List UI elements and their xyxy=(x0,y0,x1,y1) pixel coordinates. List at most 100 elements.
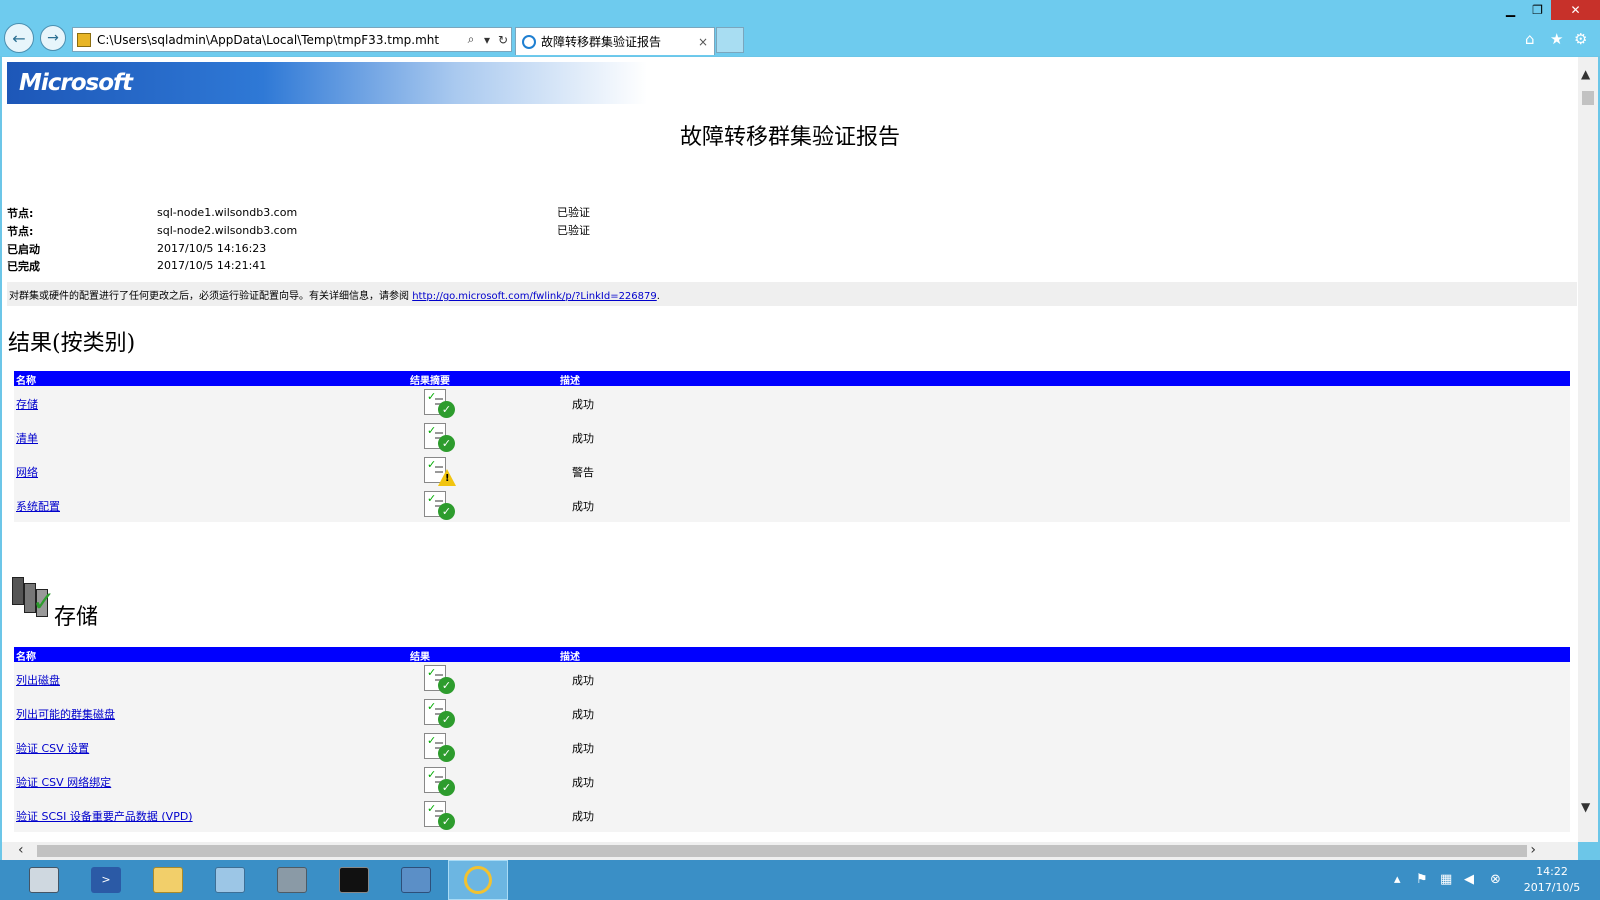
table-row: 系统配置 ✓ ✓ 成功 xyxy=(14,488,1570,522)
info-label: 已启动 xyxy=(7,243,40,256)
folder-icon xyxy=(153,867,183,893)
success-icon: ✓ ✓ xyxy=(422,663,456,695)
server-manager-button[interactable] xyxy=(14,860,74,900)
scroll-right-icon[interactable]: › xyxy=(1530,842,1536,858)
table-row: 列出可能的群集磁盘 ✓ ✓ 成功 xyxy=(14,696,1570,730)
back-button[interactable]: ← xyxy=(4,23,34,53)
tray-expand-icon[interactable]: ▴ xyxy=(1394,872,1401,887)
new-tab-button[interactable] xyxy=(716,27,744,53)
info-value: sql-node1.wilsondb3.com xyxy=(157,206,298,219)
favorites-star-icon[interactable]: ★ xyxy=(1550,30,1563,48)
vertical-scrollbar[interactable]: ▲ ▼ xyxy=(1578,57,1598,842)
result-desc: 成功 xyxy=(572,776,594,789)
test-link[interactable]: 列出磁盘 xyxy=(16,672,60,688)
success-icon: ✓ ✓ xyxy=(422,421,456,453)
alert-icon[interactable]: ⊗ xyxy=(1490,872,1501,887)
home-icon[interactable]: ⌂ xyxy=(1525,30,1535,48)
gear-icon[interactable]: ⚙ xyxy=(1574,30,1587,48)
test-link[interactable]: 验证 CSV 设置 xyxy=(16,740,89,756)
result-desc: 警告 xyxy=(572,466,594,479)
category-link[interactable]: 清单 xyxy=(16,430,38,446)
explorer-button[interactable] xyxy=(138,860,198,900)
storage-heading: 存储 xyxy=(54,605,99,630)
success-icon: ✓ ✓ xyxy=(422,489,456,521)
refresh-icon[interactable]: ↻ xyxy=(495,33,511,47)
results-heading: 结果(按类别) xyxy=(8,331,136,356)
arrow-left-icon: ← xyxy=(12,28,26,48)
horizontal-scrollbar[interactable]: ‹ › xyxy=(2,842,1578,860)
info-status: 已验证 xyxy=(557,206,590,219)
close-window-button[interactable]: ✕ xyxy=(1551,0,1600,20)
taskbar: > ▴ ⚑ ▦ ◀ ⊗ 14:22 2017/10/5 xyxy=(0,860,1600,900)
arrow-right-icon: → xyxy=(47,30,59,46)
powershell-button[interactable]: > xyxy=(76,860,136,900)
page-icon xyxy=(77,32,91,47)
server-manager-icon xyxy=(29,867,59,893)
forward-button[interactable]: → xyxy=(40,25,66,51)
scroll-thumb[interactable] xyxy=(1582,91,1594,105)
info-label: 已完成 xyxy=(7,260,40,273)
address-bar[interactable]: C:\Users\sqladmin\AppData\Local\Temp\tmp… xyxy=(72,27,512,52)
test-link[interactable]: 验证 CSV 网络绑定 xyxy=(16,774,111,790)
info-label: 节点: xyxy=(7,207,34,220)
network-icon[interactable]: ▦ xyxy=(1440,872,1452,887)
control-panel-button[interactable] xyxy=(200,860,260,900)
note-text: 对群集或硬件的配置进行了任何更改之后，必须运行验证配置向导。有关详细信息，请参阅 xyxy=(9,291,413,302)
note-bar: 对群集或硬件的配置进行了任何更改之后，必须运行验证配置向导。有关详细信息，请参阅… xyxy=(7,282,1577,306)
col-summary: 结果摘要 xyxy=(410,376,450,387)
col-name: 名称 xyxy=(16,652,36,663)
control-panel-icon xyxy=(215,867,245,893)
col-result: 结果 xyxy=(410,652,430,663)
success-icon: ✓ ✓ xyxy=(422,765,456,797)
category-link[interactable]: 系统配置 xyxy=(16,498,60,514)
col-desc: 描述 xyxy=(560,376,580,387)
result-desc: 成功 xyxy=(572,674,594,687)
cmd-button[interactable] xyxy=(324,860,384,900)
tab-close-icon[interactable]: × xyxy=(698,35,714,49)
note-end: . xyxy=(656,291,660,302)
minimize-button[interactable]: ▁ xyxy=(1497,0,1524,20)
report-title: 故障转移群集验证报告 xyxy=(679,125,900,150)
success-icon: ✓ ✓ xyxy=(422,387,456,419)
volume-muted-icon[interactable]: ◀ xyxy=(1464,872,1474,887)
address-url[interactable]: C:\Users\sqladmin\AppData\Local\Temp\tmp… xyxy=(97,33,463,47)
restore-button[interactable]: ❐ xyxy=(1524,0,1551,20)
warning-icon: ✓! xyxy=(422,455,456,487)
system-clock[interactable]: 14:22 2017/10/5 xyxy=(1512,864,1592,896)
cluster-manager-button[interactable] xyxy=(262,860,322,900)
cluster-manager-icon xyxy=(277,867,307,893)
table-row: 列出磁盘 ✓ ✓ 成功 xyxy=(14,662,1570,696)
remote-desktop-button[interactable] xyxy=(386,860,446,900)
powershell-icon: > xyxy=(91,867,121,893)
internet-explorer-button[interactable] xyxy=(448,860,508,900)
result-desc: 成功 xyxy=(572,810,594,823)
table-row: 验证 CSV 设置 ✓ ✓ 成功 xyxy=(14,730,1570,764)
scroll-down-icon[interactable]: ▼ xyxy=(1581,800,1590,814)
storage-category-icon: ✓ xyxy=(10,575,56,621)
result-desc: 成功 xyxy=(572,742,594,755)
ie-icon xyxy=(464,866,492,894)
col-desc: 描述 xyxy=(560,652,580,663)
test-link[interactable]: 列出可能的群集磁盘 xyxy=(16,706,115,722)
microsoft-logo: Microsoft xyxy=(19,70,133,96)
scroll-up-icon[interactable]: ▲ xyxy=(1581,67,1590,81)
fwlink-link[interactable]: http://go.microsoft.com/fwlink/p/?LinkId… xyxy=(412,291,657,302)
table-row: 验证 CSV 网络绑定 ✓ ✓ 成功 xyxy=(14,764,1570,798)
result-desc: 成功 xyxy=(572,708,594,721)
test-link[interactable]: 验证 SCSI 设备重要产品数据 (VPD) xyxy=(16,808,193,824)
search-icon[interactable]: ⌕ xyxy=(463,32,479,47)
hscroll-thumb[interactable] xyxy=(37,845,1527,857)
microsoft-banner: Microsoft xyxy=(7,62,647,104)
action-center-flag-icon[interactable]: ⚑ xyxy=(1416,872,1428,887)
browser-chrome: ▁ ❐ ✕ ← → C:\Users\sqladmin\AppData\Loca… xyxy=(0,0,1600,56)
scroll-left-icon[interactable]: ‹ xyxy=(18,842,24,858)
info-value: 2017/10/5 14:21:41 xyxy=(157,259,267,272)
tab-report[interactable]: 故障转移群集验证报告 × xyxy=(515,27,715,55)
dropdown-icon[interactable]: ▾ xyxy=(479,33,495,47)
result-desc: 成功 xyxy=(572,500,594,513)
cmd-icon xyxy=(339,867,369,893)
category-link[interactable]: 存储 xyxy=(16,396,38,412)
category-link[interactable]: 网络 xyxy=(16,464,38,480)
success-icon: ✓ ✓ xyxy=(422,731,456,763)
info-value: 2017/10/5 14:16:23 xyxy=(157,242,267,255)
